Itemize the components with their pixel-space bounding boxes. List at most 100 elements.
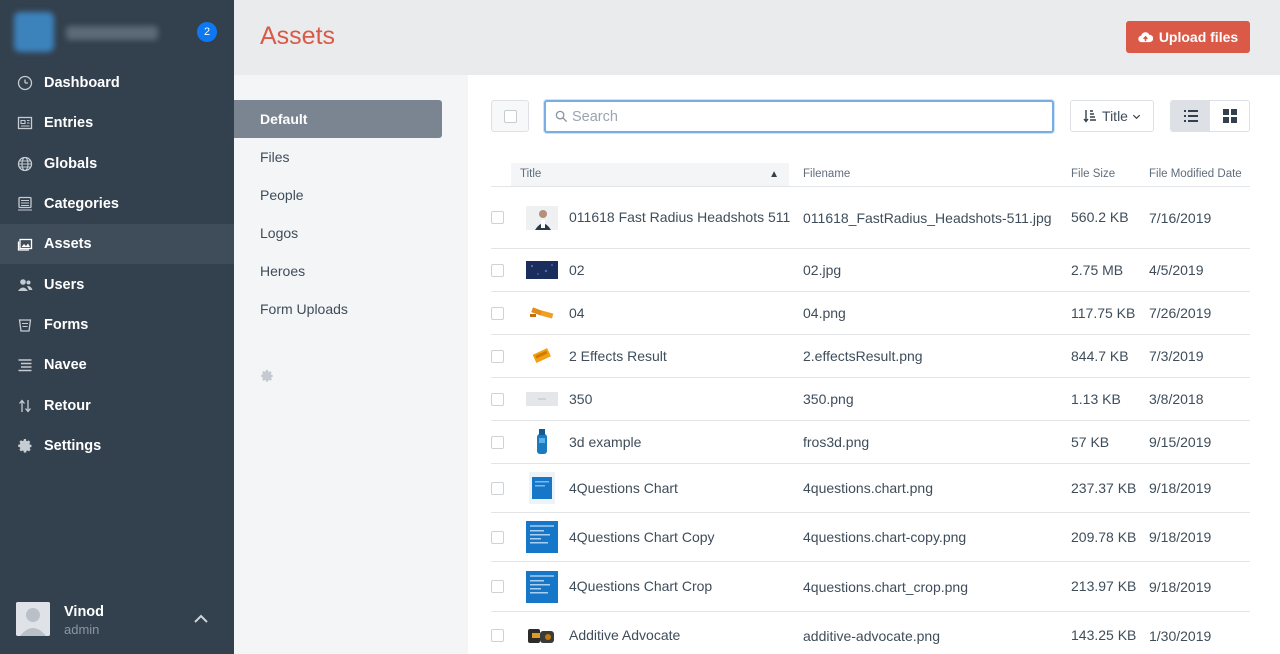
- row-checkbox[interactable]: [491, 187, 505, 248]
- table-row[interactable]: 4Questions Chart 4questions.chart.png 237.…: [491, 464, 1250, 513]
- select-all-checkbox[interactable]: [491, 100, 529, 132]
- users-icon: [16, 276, 34, 294]
- column-header-file-size[interactable]: File Size: [1071, 163, 1115, 186]
- site-logo[interactable]: [14, 12, 54, 52]
- gear-icon: [16, 437, 34, 455]
- avatar[interactable]: [16, 602, 50, 636]
- row-checkbox[interactable]: [491, 335, 505, 377]
- global-sidebar: 2 Dashboard Entries Globals Categories Asset…: [0, 0, 234, 654]
- nav-item-globals[interactable]: Globals: [0, 144, 234, 184]
- asset-modified-date: 1/30/2019: [1149, 627, 1212, 644]
- asset-filename: 2.effectsResult.png: [803, 348, 923, 364]
- nav-item-label: Settings: [44, 437, 102, 454]
- user-menu[interactable]: Vinod admin: [0, 598, 234, 654]
- table-row[interactable]: 011618 Fast Radius Headshots 511 011618_F…: [491, 187, 1250, 249]
- table-row[interactable]: 4Questions Chart Copy 4questions.chart-co…: [491, 513, 1250, 562]
- table-row[interactable]: 02 02.jpg 2.75 MB 4/5/2019: [491, 249, 1250, 292]
- site-name[interactable]: [66, 26, 158, 40]
- row-checkbox[interactable]: [491, 378, 505, 420]
- view-mode-toggle: [1170, 100, 1250, 132]
- asset-filename: additive-advocate.png: [803, 627, 940, 644]
- column-header-modified-date[interactable]: File Modified Date: [1149, 163, 1242, 186]
- asset-modified-date: 7/3/2019: [1149, 348, 1204, 364]
- asset-thumbnail-blue-bottle: [525, 421, 559, 463]
- nav-item-dashboard[interactable]: Dashboard: [0, 63, 234, 103]
- row-checkbox[interactable]: [491, 562, 505, 611]
- asset-modified-date: 7/26/2019: [1149, 305, 1212, 321]
- column-title-label: Title: [520, 168, 542, 180]
- user-role: admin: [64, 622, 100, 637]
- redirect-icon: [16, 397, 34, 415]
- gear-icon[interactable]: [260, 369, 274, 383]
- sort-icon: [1083, 110, 1097, 123]
- nav-item-label: Users: [44, 276, 85, 293]
- source-item-default[interactable]: Default: [234, 100, 442, 138]
- row-checkbox[interactable]: [491, 612, 505, 654]
- table-row[interactable]: 3d example fros3d.png 57 KB 9/15/2019: [491, 421, 1250, 464]
- sort-menu-button[interactable]: Title: [1070, 100, 1154, 132]
- main-navigation: Dashboard Entries Globals Categories Assets U…: [0, 63, 234, 466]
- asset-modified-date: 9/18/2019: [1149, 578, 1212, 595]
- newspaper-icon: [16, 114, 34, 132]
- nav-item-label: Navee: [44, 357, 87, 374]
- nav-item-label: Assets: [44, 236, 92, 253]
- table-row[interactable]: 04 04.png 117.75 KB 7/26/2019: [491, 292, 1250, 335]
- page-title: Assets: [260, 22, 336, 50]
- asset-file-size: 143.25 KB: [1071, 627, 1137, 643]
- nav-item-assets[interactable]: Assets: [0, 224, 234, 265]
- thumbnail-view-button[interactable]: [1210, 101, 1249, 131]
- row-checkbox[interactable]: [491, 513, 505, 561]
- user-name: Vinod: [64, 604, 105, 620]
- chevron-up-icon[interactable]: [192, 610, 210, 628]
- table-row[interactable]: 350 350.png 1.13 KB 3/8/2018: [491, 378, 1250, 421]
- asset-thumbnail-orange-block: [525, 335, 559, 377]
- assets-table: Title ▲ Filename File Size File Modified…: [491, 163, 1250, 654]
- asset-file-size: 844.7 KB: [1071, 347, 1129, 364]
- source-item-heroes[interactable]: Heroes: [234, 252, 442, 290]
- asset-filename: 011618_FastRadius_Headshots-511.jpg: [803, 209, 1052, 226]
- asset-file-size: 560.2 KB: [1071, 209, 1129, 225]
- asset-title: 350: [569, 390, 593, 407]
- column-header-title[interactable]: Title ▲: [511, 163, 789, 186]
- user-placeholder-icon: [16, 602, 50, 636]
- table-body: 011618 Fast Radius Headshots 511 011618_F…: [491, 187, 1250, 654]
- table-header: Title ▲ Filename File Size File Modified…: [491, 163, 1250, 187]
- table-row[interactable]: Additive Advocate additive-advocate.png 14…: [491, 612, 1250, 654]
- source-item-people[interactable]: People: [234, 176, 442, 214]
- row-checkbox[interactable]: [491, 464, 505, 512]
- column-header-filename[interactable]: Filename: [803, 163, 850, 186]
- search-input[interactable]: [572, 107, 1042, 127]
- source-item-form-uploads[interactable]: Form Uploads: [234, 290, 442, 328]
- nav-item-settings[interactable]: Settings: [0, 426, 234, 466]
- job-progress-badge[interactable]: 2: [197, 22, 217, 42]
- source-item-files[interactable]: Files: [234, 138, 442, 176]
- row-checkbox[interactable]: [491, 421, 505, 463]
- asset-filename: 02.jpg: [803, 262, 842, 278]
- table-view-button[interactable]: [1171, 101, 1210, 131]
- nav-item-label: Retour: [44, 397, 91, 414]
- nav-item-navee[interactable]: Navee: [0, 345, 234, 385]
- asset-modified-date: 4/5/2019: [1149, 262, 1204, 278]
- row-checkbox[interactable]: [491, 292, 505, 334]
- nav-item-categories[interactable]: Categories: [0, 184, 234, 224]
- asset-thumbnail-dark-blue: [525, 249, 559, 291]
- search-field[interactable]: [544, 100, 1054, 133]
- nav-item-retour[interactable]: Retour: [0, 385, 234, 425]
- row-checkbox[interactable]: [491, 249, 505, 291]
- nav-item-label: Globals: [44, 155, 98, 172]
- nav-item-forms[interactable]: Forms: [0, 305, 234, 345]
- nav-item-entries[interactable]: Entries: [0, 103, 234, 143]
- table-row[interactable]: 2 Effects Result 2.effectsResult.png 844.7…: [491, 335, 1250, 378]
- asset-file-size: 117.75 KB: [1071, 304, 1136, 321]
- upload-files-button[interactable]: Upload files: [1126, 21, 1250, 53]
- source-item-logos[interactable]: Logos: [234, 214, 442, 252]
- asset-filename: 350.png: [803, 391, 854, 407]
- page-header: Assets Upload files: [234, 0, 1280, 75]
- asset-title: Additive Advocate: [569, 627, 681, 643]
- nav-item-users[interactable]: Users: [0, 264, 234, 304]
- sort-ascending-icon: ▲: [769, 169, 779, 180]
- asset-thumbnail-blue-doc: [525, 513, 559, 561]
- table-row[interactable]: 4Questions Chart Crop 4questions.chart_cr…: [491, 562, 1250, 612]
- nav-item-label: Categories: [44, 196, 119, 213]
- image-icon: [16, 235, 34, 253]
